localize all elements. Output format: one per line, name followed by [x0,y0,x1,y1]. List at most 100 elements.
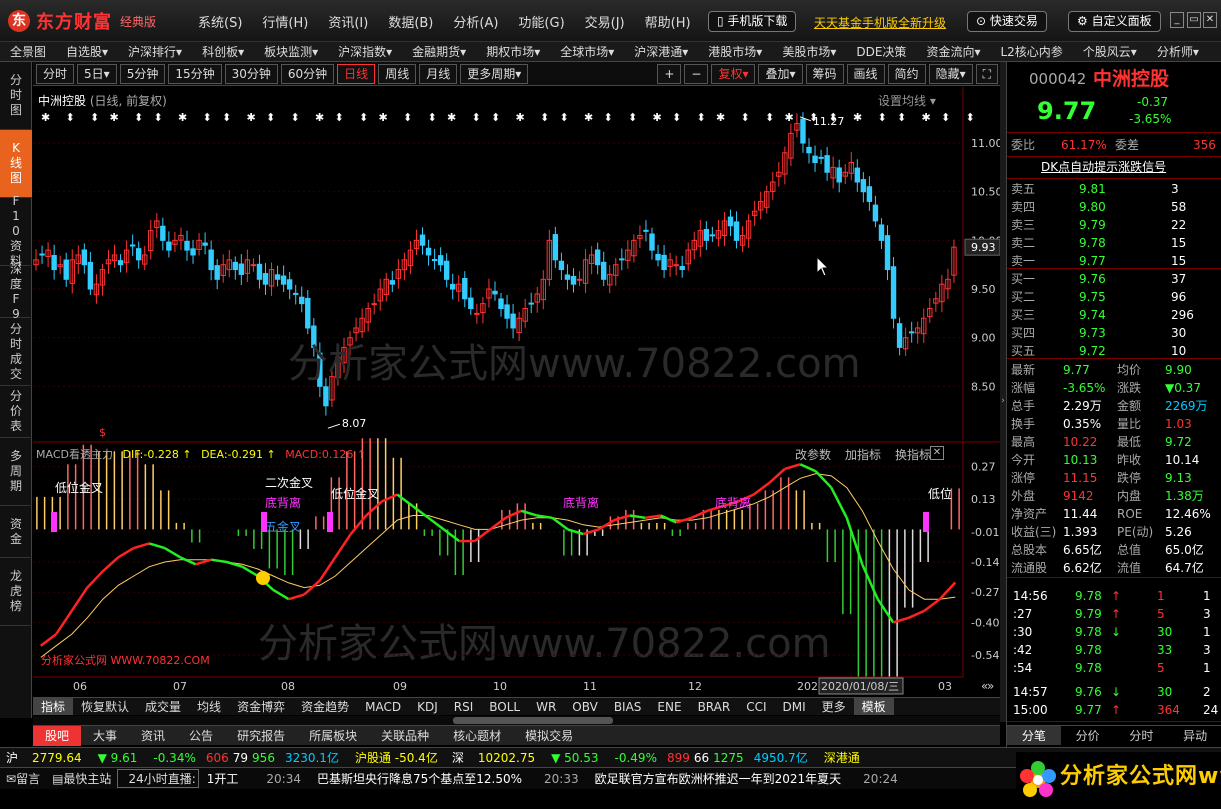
candle-body-29[interactable] [208,249,214,271]
indicator-2[interactable]: 成交量 [137,698,189,715]
indicator-4[interactable]: 资金博弈 [229,698,293,715]
news-tab-0[interactable]: 股吧 [33,725,82,746]
period-1[interactable]: 5日▾ [77,63,117,84]
candle-body-136[interactable] [854,167,861,183]
candle-body-128[interactable] [806,146,812,154]
candle-body-1[interactable] [39,253,45,256]
candle-body-79[interactable] [510,313,516,329]
indicator-1[interactable]: 恢复默认 [73,698,137,715]
leftnav-item-3[interactable]: 深度F9 [0,262,32,321]
chart-tool-3[interactable]: 叠加▾ [758,63,803,84]
nav-item-3[interactable]: 科创板▾ [192,42,254,61]
chart-area[interactable]: 11.0010.5010.009.509.008.5011.278.079.93… [33,87,1003,697]
macd-close-icon[interactable]: ✕ [930,446,944,460]
candle-body-139[interactable] [872,204,879,222]
candle-body-5[interactable] [63,259,69,280]
leftnav-item-7[interactable]: 资金 [0,506,32,558]
candle-body-41[interactable] [280,275,287,285]
menu-item-4[interactable]: 分析(A) [453,12,498,31]
indicator-16[interactable]: DMI [775,700,814,714]
nav-item-0[interactable]: 全景图 [0,42,56,61]
period-8[interactable]: 月线 [419,63,458,84]
menu-item-5[interactable]: 功能(G) [518,12,564,31]
ask-price-3[interactable]: 9.78 [1079,234,1106,252]
candle-body-82[interactable] [528,302,534,305]
candle-body-97[interactable] [619,258,625,261]
indicator-17[interactable]: 更多 [814,698,854,715]
nav-item-11[interactable]: 美股市场▾ [772,42,846,61]
candle-body-44[interactable] [299,296,305,305]
nav-item-1[interactable]: 自选股▾ [56,42,118,61]
candle-body-78[interactable] [504,304,510,319]
nav-item-14[interactable]: L2核心内参 [990,42,1072,61]
candle-body-72[interactable] [468,297,474,309]
candle-body-9[interactable] [87,261,94,290]
news-tab-2[interactable]: 资讯 [129,726,177,746]
candle-body-115[interactable] [727,216,734,227]
news-tab-5[interactable]: 所属板块 [297,726,369,746]
nav-item-2[interactable]: 沪深排行▾ [118,42,192,61]
indicator-12[interactable]: BIAS [606,700,650,714]
candle-body-77[interactable] [498,298,504,309]
period-2[interactable]: 5分钟 [119,63,166,84]
candle-body-86[interactable] [552,234,559,261]
candle-body-106[interactable] [673,264,679,267]
macd-btn-2[interactable]: 换指标 [895,446,931,463]
candle-body-90[interactable] [576,278,583,281]
dk-signal-link[interactable]: DK点自动提示涨跌信号 [1041,158,1166,176]
candle-body-111[interactable] [703,228,710,241]
candle-body-33[interactable] [232,261,239,271]
dividend-marker-icon[interactable]: $ [99,426,106,439]
indicator-3[interactable]: 均线 [189,698,229,715]
news-tab-3[interactable]: 公告 [177,726,225,746]
news-item-3[interactable]: 欧足联官方宣布欧洲杯推迟一年到2021年夏天 [587,770,850,787]
candle-body-107[interactable] [679,265,685,271]
nav-item-5[interactable]: 沪深指数▾ [328,42,402,61]
chart-tool-8[interactable]: ⛶ [975,63,998,84]
indicator-6[interactable]: MACD [357,700,409,714]
candle-body-65[interactable] [425,247,432,256]
candle-body-64[interactable] [419,234,426,246]
candle-body-26[interactable] [190,248,196,256]
panel-tab-2[interactable]: 分时 [1115,726,1169,745]
candle-body-48[interactable] [323,386,329,407]
sgt-label[interactable]: 深港通 [816,749,868,766]
menu-item-6[interactable]: 交易(J) [585,12,625,31]
news-tab-7[interactable]: 核心题材 [441,726,513,746]
sh-index[interactable]: 2779.64 [24,751,90,765]
leftnav-item-6[interactable]: 多周期 [0,438,32,506]
nav-item-9[interactable]: 沪深港通▾ [624,42,698,61]
candle-body-87[interactable] [558,260,565,271]
panel-tab-3[interactable]: 异动 [1168,726,1221,745]
period-0[interactable]: 分时 [36,63,75,84]
news-tab-6[interactable]: 关联品种 [369,726,441,746]
kline-chart[interactable]: 11.0010.5010.009.509.008.5011.278.079.93… [33,87,1003,697]
menu-item-0[interactable]: 系统(S) [198,12,242,31]
bid-price-3[interactable]: 9.73 [1079,324,1106,342]
chart-tool-6[interactable]: 简约 [887,63,926,84]
ask-price-2[interactable]: 9.79 [1079,216,1106,234]
candle-body-17[interactable] [135,248,142,261]
nav-item-10[interactable]: 港股市场▾ [698,42,772,61]
menu-item-3[interactable]: 数据(B) [388,12,433,31]
candle-body-130[interactable] [818,156,824,159]
candle-body-25[interactable] [184,240,190,251]
chart-tool-5[interactable]: 画线 [846,63,885,84]
panel-tab-1[interactable]: 分价 [1061,726,1115,745]
candle-body-101[interactable] [643,229,649,232]
candle-body-28[interactable] [202,242,208,246]
nav-item-7[interactable]: 期权市场▾ [476,42,550,61]
indicator-13[interactable]: ENE [649,700,689,714]
candle-body-40[interactable] [274,274,281,280]
candle-body-66[interactable] [431,259,438,262]
indicator-11[interactable]: OBV [564,700,606,714]
candle-body-140[interactable] [878,224,885,241]
candle-body-103[interactable] [655,253,661,261]
bid-price-1[interactable]: 9.75 [1079,288,1106,306]
nav-item-4[interactable]: 板块监测▾ [254,42,328,61]
hgt-flow[interactable]: 沪股通 -50.4亿 [347,749,446,766]
period-6[interactable]: 日线 [337,63,376,84]
scroll-right-icon[interactable]: » [987,679,994,693]
candle-body-71[interactable] [462,278,468,300]
bid-price-2[interactable]: 9.74 [1079,306,1106,324]
